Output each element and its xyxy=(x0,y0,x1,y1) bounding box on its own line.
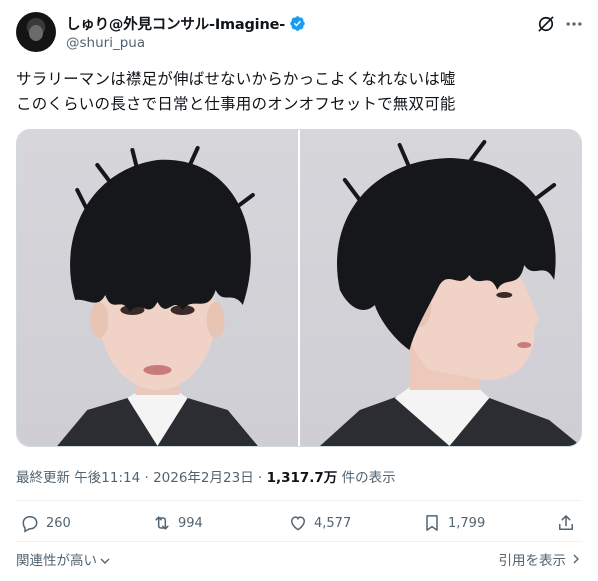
timestamp[interactable]: 最終更新 午後11:14 · 2026年2月23日 · xyxy=(16,470,267,486)
share-button[interactable] xyxy=(556,513,576,533)
tweet-text-line: サラリーマンは襟足が伸ばせないからかっこよくなれないは嘘 xyxy=(16,70,456,88)
repost-count: 994 xyxy=(178,515,203,531)
heart-icon xyxy=(290,516,306,531)
bookmark-icon xyxy=(426,515,438,531)
repost-button[interactable]: 994 xyxy=(152,513,203,533)
view-quotes-link[interactable]: 引用を表示 xyxy=(499,549,583,569)
tweet-text-line: このくらいの長さで日常と仕事用のオンオフセットで無双可能 xyxy=(16,95,456,113)
media-grid xyxy=(16,129,582,447)
reply-count: 260 xyxy=(46,515,71,531)
chevron-right-icon xyxy=(573,554,579,564)
action-bar: 260 994 4,577 1,799 xyxy=(16,513,584,541)
divider xyxy=(16,500,582,501)
bookmark-button[interactable]: 1,799 xyxy=(422,513,485,533)
view-quotes-label: 引用を表示 xyxy=(498,553,567,569)
photo-side-profile-portrait[interactable] xyxy=(300,130,581,446)
repost-icon xyxy=(155,516,169,530)
like-count: 4,577 xyxy=(314,515,352,531)
divider xyxy=(16,541,582,542)
share-icon xyxy=(559,515,573,530)
sort-replies-label: 関連性が高い xyxy=(16,553,97,569)
reply-icon xyxy=(22,516,38,533)
verified-badge-icon xyxy=(290,16,305,31)
like-button[interactable]: 4,577 xyxy=(288,513,351,533)
author-handle[interactable]: @shuri_pua xyxy=(66,35,145,51)
tweet-meta: 最終更新 午後11:14 · 2026年2月23日 · 1,317.7万 件の表… xyxy=(16,466,396,486)
sort-replies-dropdown[interactable]: 関連性が高い xyxy=(16,549,111,569)
chevron-down-icon xyxy=(100,558,110,564)
view-count: 1,317.7万 xyxy=(266,470,338,486)
reply-button[interactable]: 260 xyxy=(20,513,71,533)
author-name-row: しゅり@外見コンサル-Imagine- xyxy=(66,13,306,34)
view-count-suffix: 件の表示 xyxy=(337,470,396,486)
grok-icon[interactable] xyxy=(536,14,556,34)
tweet-text: サラリーマンは襟足が伸ばせないからかっこよくなれないは嘘 このくらいの長さで日常… xyxy=(16,67,581,117)
tweet-header: しゅり@外見コンサル-Imagine- @shuri_pua xyxy=(14,10,584,54)
bookmark-count: 1,799 xyxy=(448,515,486,531)
photo-front-portrait[interactable] xyxy=(17,130,298,446)
more-icon[interactable] xyxy=(564,14,584,34)
author-display-name[interactable]: しゅり@外見コンサル-Imagine- xyxy=(66,13,285,34)
avatar[interactable] xyxy=(16,12,56,52)
